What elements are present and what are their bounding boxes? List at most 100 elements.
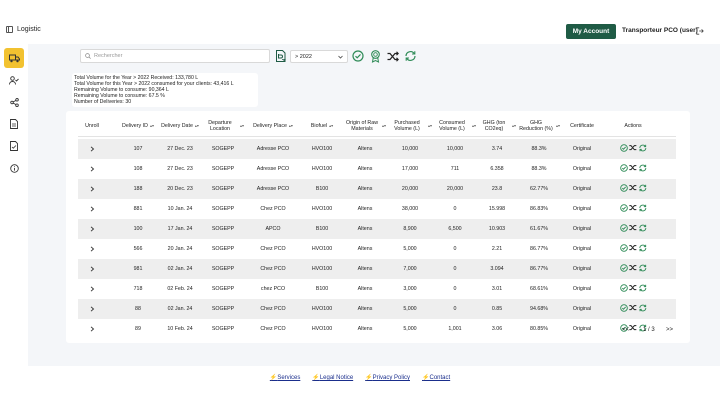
shuffle-icon[interactable] — [628, 144, 637, 154]
chevron-right-icon[interactable] — [90, 246, 95, 252]
sidebar-item-deliveries[interactable] — [4, 48, 24, 68]
sidebar-item-certificates[interactable] — [4, 136, 24, 156]
sidebar-item-share[interactable] — [4, 92, 24, 112]
footer-link-legal[interactable]: ⚡Legal Notice — [312, 374, 353, 405]
table-cell: Adresse PCO — [256, 166, 290, 172]
refresh-button[interactable] — [403, 49, 417, 63]
column-header[interactable]: Purchased Volume (L) ▴▾ — [388, 115, 432, 137]
refresh-icon[interactable] — [638, 304, 647, 314]
refresh-icon[interactable] — [638, 204, 647, 214]
shuffle-icon[interactable] — [628, 324, 637, 334]
year-filter-value: > 2022 — [295, 53, 312, 60]
certificate-button[interactable] — [368, 49, 382, 63]
user-check-icon — [9, 75, 19, 85]
sort-icon[interactable]: ▴▾ — [428, 123, 432, 129]
shuffle-icon[interactable] — [628, 284, 637, 294]
column-header[interactable]: GHG Reduction (%) ▴▾ — [518, 115, 560, 137]
shuffle-icon[interactable] — [628, 304, 637, 314]
column-header[interactable]: Departure Location ▴▾ — [202, 115, 244, 137]
table-row[interactable]: 107 27 Dec. 23 SOGEPP Adresse PCO HVO100 Alte… — [78, 139, 676, 159]
shuffle-icon[interactable] — [628, 164, 637, 174]
table-row[interactable]: 881 10 Jan. 24 SOGEPP Chez PCO HVO100 Altens 3… — [78, 199, 676, 219]
year-filter-select[interactable]: > 2022 — [290, 50, 348, 63]
refresh-icon[interactable] — [638, 264, 647, 274]
chevron-right-icon[interactable] — [90, 166, 95, 172]
sidebar-toggle-icon[interactable] — [6, 26, 13, 33]
refresh-icon[interactable] — [638, 184, 647, 194]
check-circle-icon[interactable] — [619, 224, 628, 234]
table-cell: 2.21 — [491, 246, 503, 252]
shuffle-icon[interactable] — [628, 204, 637, 214]
refresh-icon[interactable] — [638, 224, 647, 234]
sidebar-item-users[interactable] — [4, 70, 24, 90]
table-row[interactable]: 89 10 Feb. 24 SOGEPP Chez PCO HVO100 Altens 5,… — [78, 319, 676, 339]
search-input[interactable] — [94, 53, 264, 59]
column-header[interactable]: Consumed Volume (L) ▴▾ — [434, 115, 476, 137]
sort-icon[interactable]: ▴▾ — [382, 123, 386, 129]
chevron-right-icon[interactable] — [90, 286, 95, 292]
column-header[interactable]: Delivery Place ▴▾ — [246, 115, 300, 137]
shuffle-icon[interactable] — [628, 264, 637, 274]
refresh-icon[interactable] — [638, 164, 647, 174]
footer-link-services[interactable]: ⚡Services — [270, 374, 301, 405]
check-circle-icon[interactable] — [619, 144, 628, 154]
table-cell: 3.094 — [490, 266, 504, 272]
share-icon — [9, 97, 19, 107]
check-circle-icon[interactable] — [619, 284, 628, 294]
column-header[interactable]: GHG (ton CO2eq) ▴▾ — [478, 115, 516, 137]
column-header[interactable]: Delivery Date ▴▾ — [160, 115, 200, 137]
footer-link-privacy[interactable]: ⚡Privacy Policy — [365, 374, 410, 405]
table-row[interactable]: 88 02 Jan. 24 SOGEPP Chez PCO HVO100 Altens 5,… — [78, 299, 676, 319]
footer-link-contact[interactable]: ⚡Contact — [422, 374, 450, 405]
check-circle-icon[interactable] — [619, 184, 628, 194]
check-circle-icon — [352, 50, 364, 62]
sort-icon[interactable]: ▴▾ — [240, 123, 244, 129]
chevron-right-icon[interactable] — [90, 206, 95, 212]
table-row[interactable]: 718 02 Feb. 24 SOGEPP chez PCO B100 Altens 3,0… — [78, 279, 676, 299]
shuffle-icon[interactable] — [628, 244, 637, 254]
column-header-label: GHG Reduction (%) — [519, 120, 553, 132]
refresh-icon[interactable] — [638, 244, 647, 254]
column-header[interactable]: Origin of Raw Materials ▴▾ — [344, 115, 386, 137]
refresh-icon[interactable] — [638, 284, 647, 294]
pagination-next[interactable]: >> — [666, 327, 673, 333]
pagination-prev[interactable]: << — [622, 327, 629, 333]
sort-icon[interactable]: ▴▾ — [329, 123, 333, 129]
table-row[interactable]: 108 27 Dec. 23 SOGEPP Adresse PCO HVO100 Alte… — [78, 159, 676, 179]
sort-icon[interactable]: ▴▾ — [289, 123, 293, 129]
sort-icon[interactable]: ▴▾ — [512, 123, 516, 129]
column-header[interactable]: Biofuel ▴▾ — [302, 115, 342, 137]
export-button[interactable] — [274, 49, 288, 63]
sidebar-item-documents[interactable] — [4, 114, 24, 134]
check-circle-icon[interactable] — [619, 264, 628, 274]
column-header[interactable]: Delivery ID ▴▾ — [118, 115, 158, 137]
sort-icon[interactable]: ▴▾ — [150, 123, 154, 129]
sidebar-item-info[interactable] — [4, 158, 24, 178]
shuffle-icon[interactable] — [628, 184, 637, 194]
chevron-right-icon[interactable] — [90, 326, 95, 332]
chevron-right-icon[interactable] — [90, 306, 95, 312]
check-circle-icon[interactable] — [619, 304, 628, 314]
my-account-button[interactable]: My Account — [566, 24, 616, 39]
chevron-right-icon[interactable] — [90, 266, 95, 272]
shuffle-button[interactable] — [386, 49, 400, 63]
shuffle-icon[interactable] — [628, 224, 637, 234]
table-row[interactable]: 100 17 Jan. 24 SOGEPP APCO B100 Altens 8,900 6,… — [78, 219, 676, 239]
sort-icon[interactable]: ▴▾ — [556, 123, 560, 129]
table-row[interactable]: 566 20 Jan. 24 SOGEPP Chez PCO HVO100 Altens 5… — [78, 239, 676, 259]
refresh-icon[interactable] — [638, 144, 647, 154]
validate-button[interactable] — [351, 49, 365, 63]
chevron-right-icon[interactable] — [90, 146, 95, 152]
logout-icon[interactable] — [696, 27, 704, 35]
truck-icon — [8, 54, 20, 62]
sort-icon[interactable]: ▴▾ — [472, 123, 476, 129]
chevron-right-icon[interactable] — [90, 226, 95, 232]
chevron-right-icon[interactable] — [90, 186, 95, 192]
check-circle-icon[interactable] — [619, 204, 628, 214]
check-circle-icon[interactable] — [619, 164, 628, 174]
table-row[interactable]: 188 20 Dec. 23 SOGEPP Adresse PCO B100 Altens… — [78, 179, 676, 199]
table-row[interactable]: 981 02 Jan. 24 SOGEPP Chez PCO HVO100 Altens 7… — [78, 259, 676, 279]
search-bar[interactable] — [80, 49, 270, 63]
sort-icon[interactable]: ▴▾ — [195, 123, 199, 129]
check-circle-icon[interactable] — [619, 244, 628, 254]
